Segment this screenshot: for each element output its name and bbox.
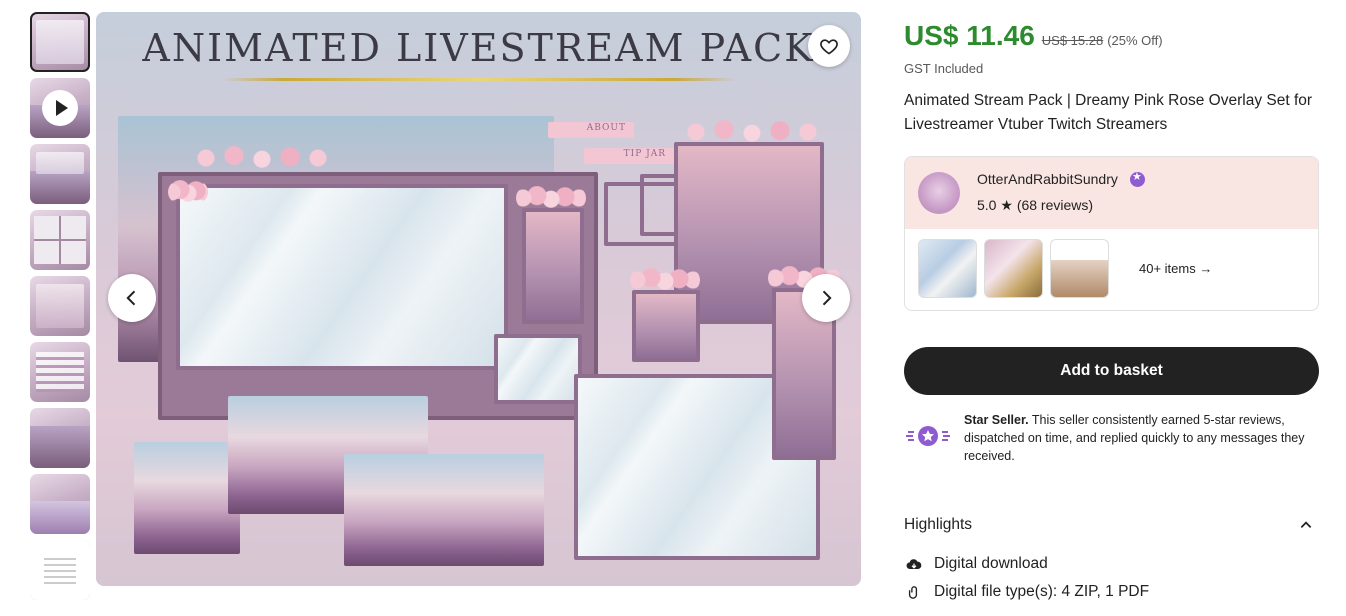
star-seller-badge-icon [1130,170,1145,187]
rose-side [516,186,586,210]
rating-value: 5.0 [977,197,997,213]
rose-corner [168,180,208,204]
highlight-item: Digital file type(s): 4 ZIP, 1 PDF [904,583,1319,605]
panel-label: TIP JAR [623,149,666,159]
thumbnail-6[interactable] [30,342,90,402]
highlight-item: Digital download [904,555,1319,577]
panel-label: ABOUT [586,123,626,133]
rose-alert [630,268,700,292]
highlights-header[interactable]: Highlights [904,516,1319,538]
alert-panel [632,290,700,362]
shop-avatar[interactable] [918,172,960,214]
rose-top-right [682,120,822,144]
highlights-title: Highlights [904,516,973,533]
favorite-button[interactable] [808,25,850,67]
shop-item-1[interactable] [918,239,977,298]
download-cloud-icon [906,559,922,570]
rose-garland [192,146,332,170]
star-seller-icon [906,426,950,446]
chevron-left-icon [126,290,136,306]
shop-header: OtterAndRabbitSundry 5.0 ★ (68 reviews) [905,157,1318,229]
heart-icon [820,39,838,55]
thumbnail-2-video[interactable] [30,78,90,138]
thumbnail-4[interactable] [30,210,90,270]
scene-thumbnail-1 [134,442,240,554]
main-screen-glass [176,184,508,370]
price-row: US$ 11.46 US$ 15.28 (25% Off) [904,20,1163,52]
chevron-up-icon [1300,521,1312,528]
shop-item-2[interactable] [984,239,1043,298]
about-tag: ABOUT [548,122,634,138]
tip-jar-tag: TIP JAR [584,148,674,164]
original-price: US$ 15.28 [1041,33,1104,48]
thumbnail-8[interactable] [30,474,90,534]
side-panel [522,208,584,324]
thumbnail-7[interactable] [30,408,90,468]
play-icon [42,90,78,126]
highlight-text: Digital download [934,555,1048,572]
review-count: (68 reviews) [1016,197,1094,213]
shop-card[interactable]: OtterAndRabbitSundry 5.0 ★ (68 reviews) … [904,156,1319,311]
thumbnail-9[interactable] [30,540,90,600]
image-title: ANIMATED LIVESTREAM PACK [142,26,815,70]
add-to-basket-button[interactable]: Add to basket [904,347,1319,395]
current-price: US$ 11.46 [904,20,1035,51]
paperclip-icon [908,586,918,599]
small-screen [494,334,582,404]
chevron-right-icon [822,290,832,306]
next-image-button[interactable] [802,274,850,322]
thumbnail-3[interactable] [30,144,90,204]
previous-image-button[interactable] [108,274,156,322]
shop-items [918,239,1116,298]
shop-rating[interactable]: 5.0 ★ (68 reviews) [977,197,1093,214]
main-listing-image: ANIMATED LIVESTREAM PACK ABOUT TIP JAR [96,12,861,586]
tax-note: GST Included [904,61,984,76]
discount-label: (25% Off) [1107,33,1163,48]
highlight-text: Digital file type(s): 4 ZIP, 1 PDF [934,583,1150,600]
arrow-right-icon: → [1199,261,1213,276]
thumbnail-list [30,12,90,606]
rating-star-icon: ★ [1000,197,1017,213]
scene-thumbnail-3 [344,454,544,566]
shop-item-3[interactable] [1050,239,1109,298]
more-items-link[interactable]: 40+ items → [1139,261,1212,276]
thumbnail-1[interactable] [30,12,90,72]
thumbnail-5[interactable] [30,276,90,336]
star-seller-title: Star Seller. [964,413,1029,427]
title-rule [222,78,736,81]
star-seller-text: Star Seller. This seller consistently ea… [964,411,1319,465]
shop-name-link[interactable]: OtterAndRabbitSundry [977,171,1118,187]
more-items-label: 40+ items [1139,261,1196,276]
product-title: Animated Stream Pack | Dreamy Pink Rose … [904,92,1313,133]
